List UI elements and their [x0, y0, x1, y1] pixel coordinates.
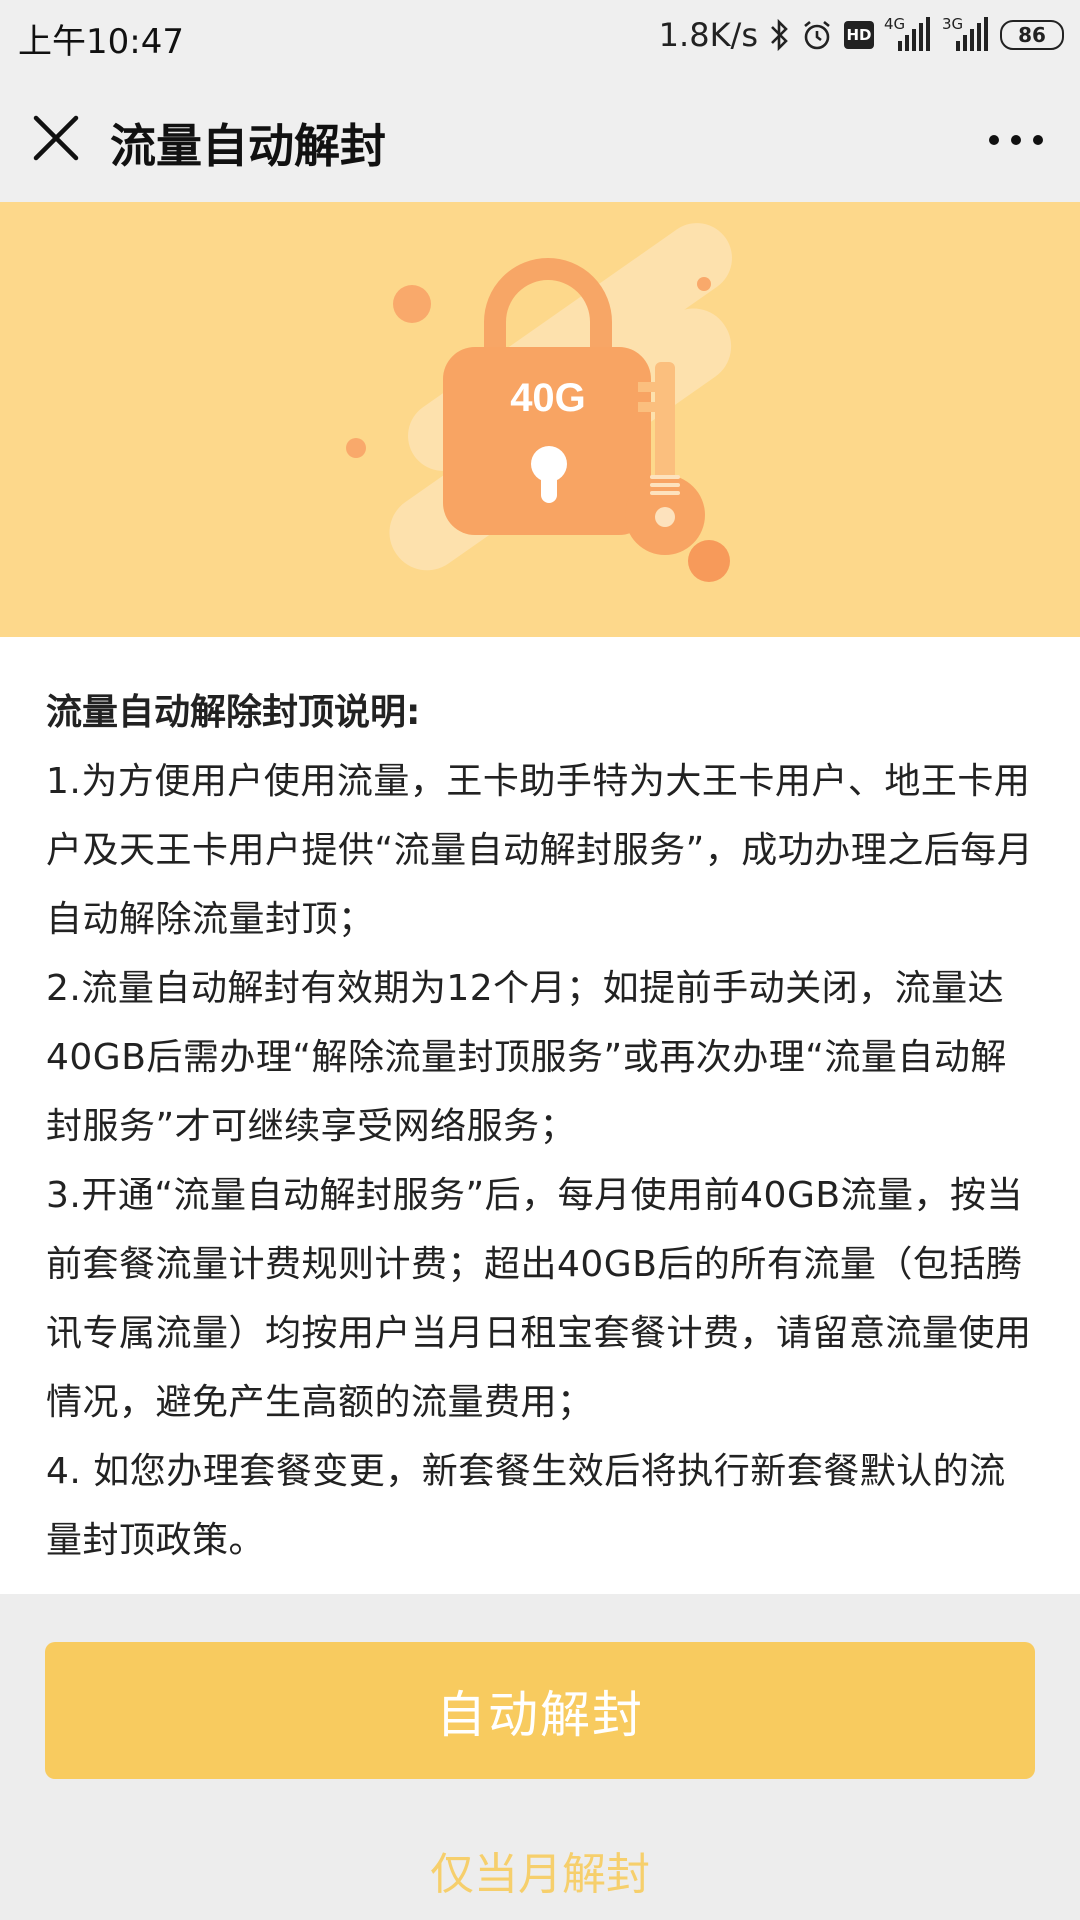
- banner: 40G: [0, 202, 1080, 637]
- unlock-this-month-link[interactable]: 仅当月解封: [0, 1840, 1080, 1910]
- keyhole-slot: [541, 467, 557, 503]
- description-item: 3.开通“流量自动解封服务”后，每月使用前40GB流量，按当前套餐流量计费规则计…: [46, 1175, 1032, 1423]
- status-bar: 上午10:47 1.8K/s HD 4G 3G 86: [0, 0, 1080, 74]
- hd-icon: HD: [844, 21, 874, 49]
- network-speed: 1.8K/s: [658, 16, 758, 54]
- signal-3g-icon: 3G: [942, 15, 990, 53]
- status-time: 上午10:47: [18, 22, 184, 62]
- more-dot: [1033, 135, 1043, 145]
- battery-icon: 86: [1000, 20, 1064, 50]
- more-dot: [1011, 135, 1021, 145]
- alarm-icon: [804, 20, 830, 50]
- decor-dot: [688, 540, 730, 582]
- decor-dot: [697, 277, 711, 291]
- description-item: 2.流量自动解封有效期为12个月；如提前手动关闭，流量达40GB后需办理“解除流…: [46, 968, 1007, 1147]
- battery-level: 86: [1018, 23, 1046, 47]
- page-title: 流量自动解封: [110, 119, 386, 173]
- auto-unlock-button[interactable]: 自动解封: [45, 1642, 1035, 1779]
- decor-dot: [393, 285, 431, 323]
- description-item: 4. 如您办理套餐变更，新套餐生效后将执行新套餐默认的流量封顶政策。: [46, 1451, 1006, 1561]
- status-icons: 1.8K/s HD 4G 3G 86: [659, 14, 1064, 56]
- close-icon[interactable]: [28, 110, 84, 166]
- more-icon[interactable]: [980, 120, 1052, 160]
- signal-4g-icon: 4G: [884, 15, 932, 53]
- banner-illustration: 40G: [346, 223, 732, 582]
- nav-bar: 流量自动解封: [0, 74, 1080, 202]
- decor-dot: [346, 438, 366, 458]
- description-panel: 流量自动解除封顶说明: 1.为方便用户使用流量，王卡助手特为大王卡用户、地王卡用…: [0, 637, 1080, 1594]
- description-title: 流量自动解除封顶说明:: [46, 692, 421, 733]
- lock-label: 40G: [510, 376, 586, 420]
- more-dot: [989, 135, 999, 145]
- bluetooth-icon: [771, 18, 788, 52]
- description-item: 1.为方便用户使用流量，王卡助手特为大王卡用户、地王卡用户及天王卡用户提供“流量…: [46, 761, 1034, 940]
